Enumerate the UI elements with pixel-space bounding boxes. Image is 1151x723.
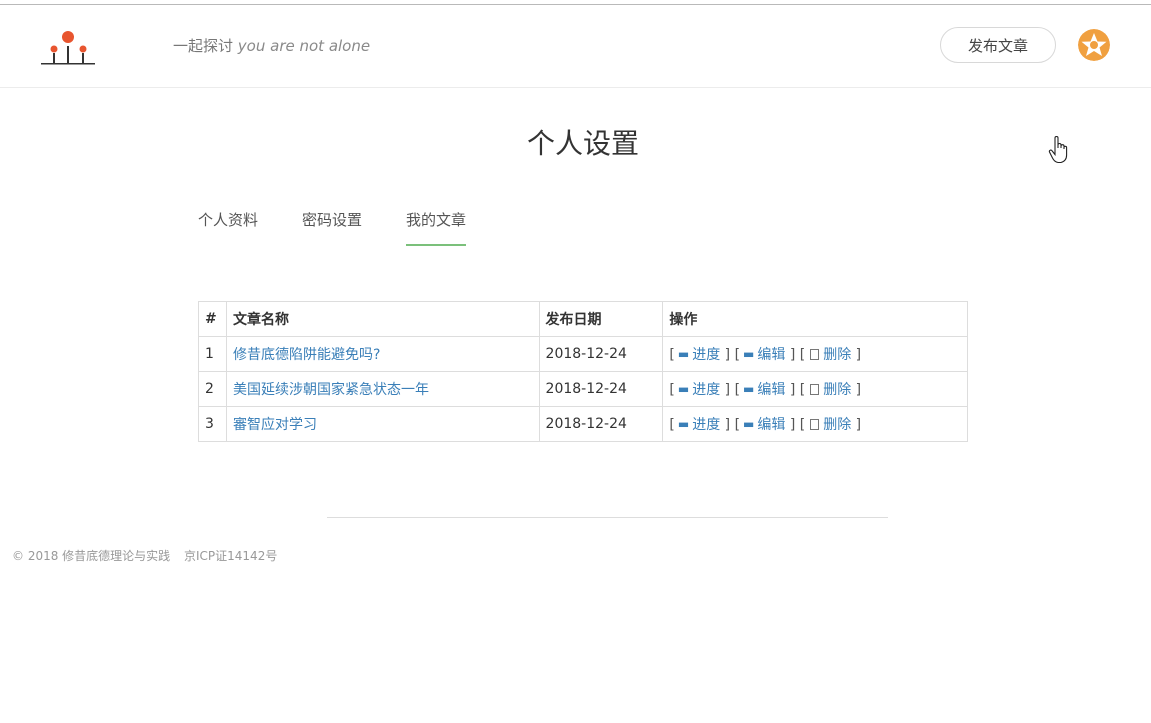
publish-article-button[interactable]: 发布文章 <box>940 27 1056 63</box>
row-date: 2018-12-24 <box>538 336 664 372</box>
site-footer: © 2018 修昔底德理论与实践 京ICP证14142号 <box>12 547 287 564</box>
trash-icon <box>810 349 820 360</box>
row-title-cell: 修昔底德陷阱能避免吗? <box>225 336 540 372</box>
article-title-link[interactable]: 審智应对学习 <box>233 417 317 433</box>
table-row: 1 修昔底德陷阱能避免吗? 2018-12-24 [▬ 进度 ] [▬ 编辑 ] [… <box>198 336 968 372</box>
progress-link[interactable]: ▬ 进度 <box>675 347 720 363</box>
delete-link[interactable]: 删除 <box>805 347 851 363</box>
tab-profile[interactable]: 个人资料 <box>198 196 258 246</box>
article-title-link[interactable]: 美国延续涉朝国家紧急状态一年 <box>233 382 429 398</box>
slogan-chinese: 一起探讨 <box>173 37 234 55</box>
bar-icon: ▬ <box>743 417 755 431</box>
slogan-english: you are not alone <box>237 37 371 55</box>
bar-icon: ▬ <box>743 347 755 361</box>
site-slogan: 一起探讨 you are not alone <box>173 35 370 56</box>
header-index: # <box>198 301 227 337</box>
articles-table: # 文章名称 发布日期 操作 1 修昔底德陷阱能避免吗? 2018-12-24 … <box>198 301 968 442</box>
bar-icon: ▬ <box>743 382 755 396</box>
edit-link[interactable]: ▬ 编辑 <box>740 417 785 433</box>
article-title-link[interactable]: 修昔底德陷阱能避免吗? <box>233 347 380 363</box>
row-index: 1 <box>198 336 227 372</box>
trash-icon <box>810 384 820 395</box>
row-index: 3 <box>198 406 227 442</box>
hand-cursor-icon <box>1048 136 1068 164</box>
table-header-row: # 文章名称 发布日期 操作 <box>198 301 968 337</box>
row-date: 2018-12-24 <box>538 371 664 407</box>
bar-icon: ▬ <box>677 417 690 431</box>
row-actions: [▬ 进度 ] [▬ 编辑 ] [删除 ] <box>662 371 968 407</box>
progress-link[interactable]: ▬ 进度 <box>675 417 720 433</box>
footer-copyright: © 2018 修昔底德理论与实践 <box>12 549 171 563</box>
bar-icon: ▬ <box>677 382 690 396</box>
row-actions: [▬ 进度 ] [▬ 编辑 ] [删除 ] <box>662 336 968 372</box>
table-row: 2 美国延续涉朝国家紧急状态一年 2018-12-24 [▬ 进度 ] [▬ 编辑 … <box>198 371 968 407</box>
footer-icp-link[interactable]: 京ICP证14142号 <box>184 549 277 563</box>
header-title: 文章名称 <box>225 301 540 337</box>
footer-divider <box>327 517 888 518</box>
table-row: 3 審智应对学习 2018-12-24 [▬ 进度 ] [▬ 编辑 ] [删除 ] <box>198 406 968 442</box>
sun-people-logo-icon[interactable] <box>38 25 98 69</box>
row-index: 2 <box>198 371 227 407</box>
header-actions: 操作 <box>662 301 968 337</box>
row-date: 2018-12-24 <box>538 406 664 442</box>
row-title-cell: 審智应对学习 <box>225 406 540 442</box>
tab-password[interactable]: 密码设置 <box>302 196 362 246</box>
bar-icon: ▬ <box>677 347 690 361</box>
edit-link[interactable]: ▬ 编辑 <box>740 347 785 363</box>
delete-link[interactable]: 删除 <box>805 417 851 433</box>
progress-link[interactable]: ▬ 进度 <box>675 382 720 398</box>
row-actions: [▬ 进度 ] [▬ 编辑 ] [删除 ] <box>662 406 968 442</box>
trash-icon <box>810 419 820 430</box>
edit-link[interactable]: ▬ 编辑 <box>740 382 785 398</box>
site-header: 一起探讨 you are not alone 发布文章 <box>0 5 1151 88</box>
page-title: 个人设置 <box>526 127 639 160</box>
delete-link[interactable]: 删除 <box>805 382 851 398</box>
header-date: 发布日期 <box>538 301 664 337</box>
tab-my-articles[interactable]: 我的文章 <box>406 196 467 246</box>
settings-tabs: 个人资料 密码设置 我的文章 <box>198 196 510 248</box>
orange-star-avatar-icon[interactable] <box>1078 29 1110 61</box>
row-title-cell: 美国延续涉朝国家紧急状态一年 <box>225 371 540 407</box>
